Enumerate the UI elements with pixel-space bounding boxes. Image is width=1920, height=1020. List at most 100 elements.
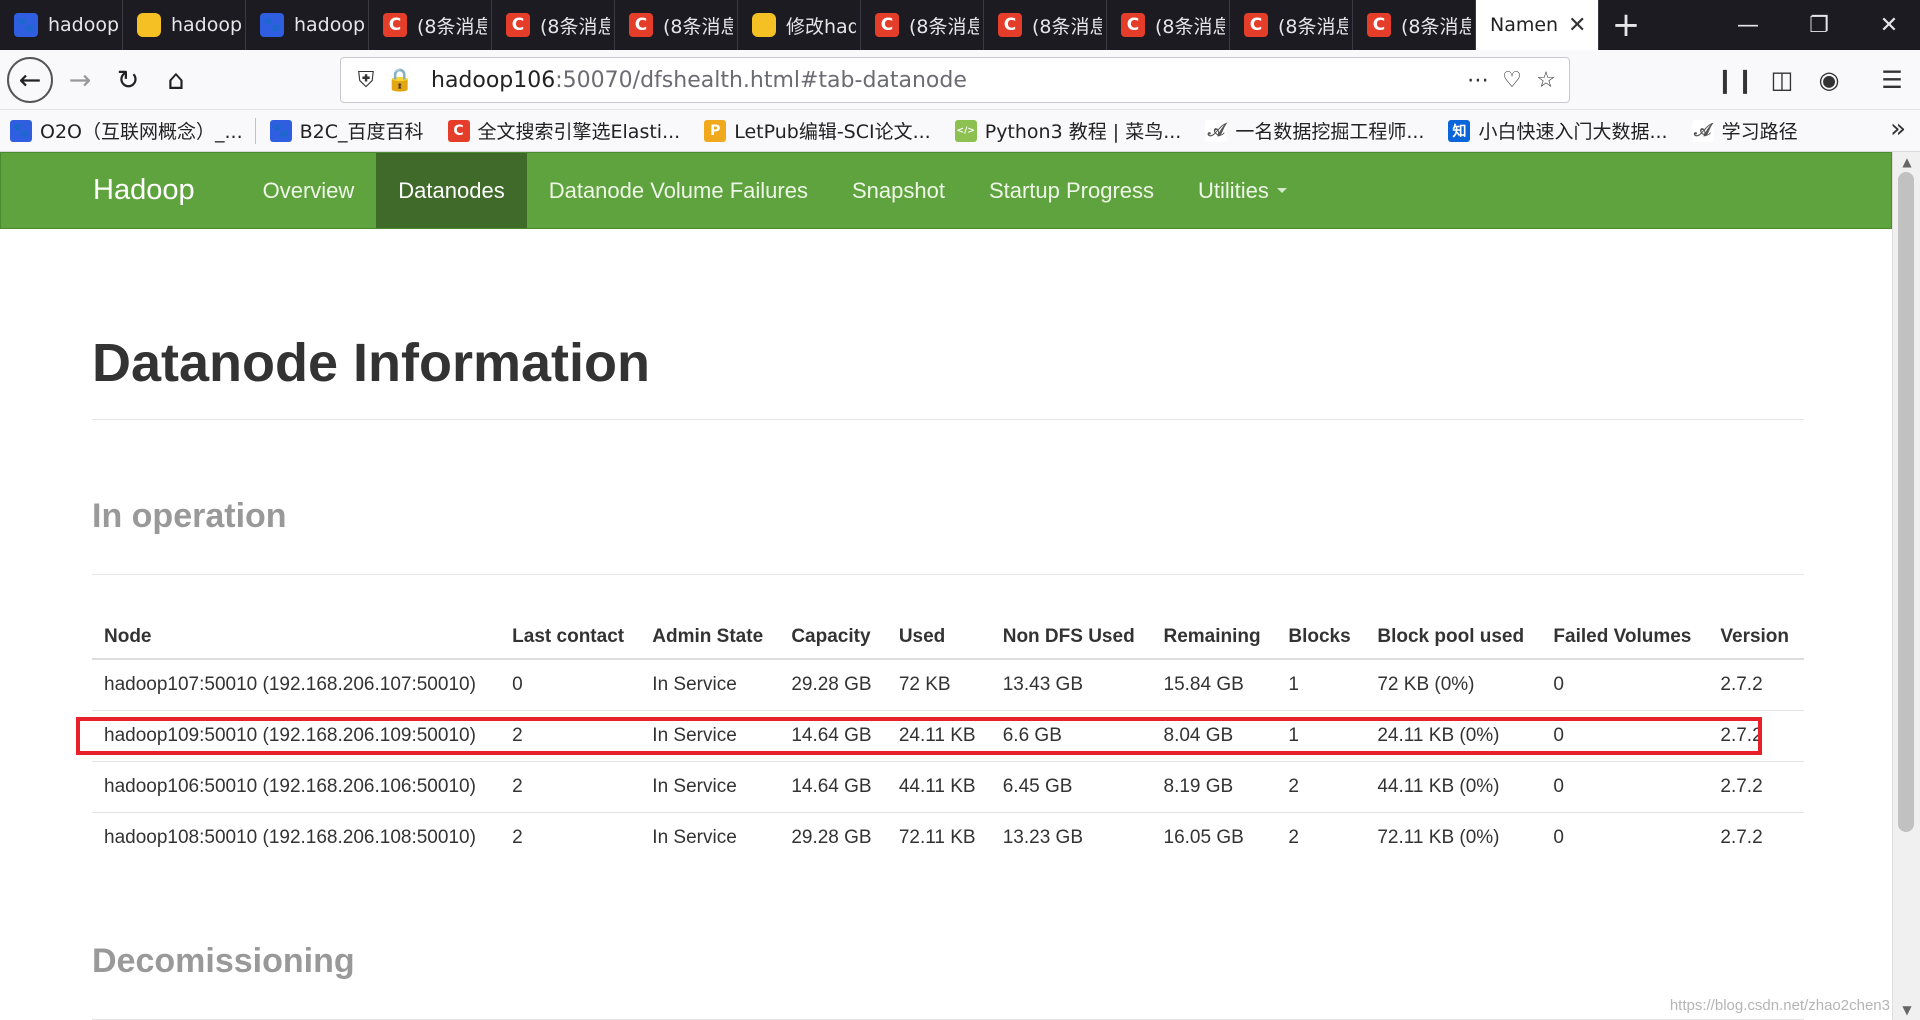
tab-title: (8条消息 xyxy=(417,15,487,38)
table-cell: 15.84 GB xyxy=(1163,673,1244,695)
scroll-up-icon[interactable]: ▲ xyxy=(1893,152,1920,172)
table-row: hadoop108:50010 (192.168.206.108:50010) 2… xyxy=(92,811,1804,863)
page-scrollbar[interactable]: ▲ ▼ xyxy=(1892,152,1920,1020)
nav-snapshot[interactable]: Snapshot xyxy=(830,153,967,228)
csdn-icon: C xyxy=(998,13,1022,37)
bookmark-item[interactable]: 🐾 B2C_百度百科 xyxy=(269,117,424,144)
url-bar[interactable]: ⛨ 🔒 hadoop106:50070/dfshealth.html#tab-d… xyxy=(340,57,1570,103)
table-cell: hadoop108:50010 (192.168.206.108:50010) xyxy=(92,811,501,863)
bookmark-item[interactable]: </> Python3 教程 | 菜鸟... xyxy=(954,117,1182,144)
hadoop-brand[interactable]: Hadoop xyxy=(1,153,241,228)
browser-tab[interactable]: C (8条消息 xyxy=(615,0,738,50)
browser-tab[interactable]: C (8条消息 xyxy=(1353,0,1476,50)
nav-utilities[interactable]: Utilities xyxy=(1176,153,1309,228)
browser-tab[interactable]: C (8条消息 xyxy=(984,0,1107,50)
table-cell: 2 xyxy=(1276,760,1366,812)
minimize-icon[interactable]: — xyxy=(1717,0,1779,50)
sidebar-icon[interactable]: ◫ xyxy=(1762,60,1802,100)
bookmark-label: B2C_百度百科 xyxy=(299,121,424,143)
table-cell: 1 xyxy=(1276,709,1366,761)
bookmark-item[interactable]: 🐾 O2O（互联网概念）_... xyxy=(10,117,243,144)
browser-tab[interactable]: 🐾 hadoop xyxy=(246,0,369,50)
browser-tab[interactable]: C (8条消息 xyxy=(861,0,984,50)
column-header: Used xyxy=(886,615,991,660)
library-icon[interactable]: ❙❙ xyxy=(1715,60,1755,100)
bookmark-label: Python3 教程 | 菜鸟... xyxy=(984,121,1182,143)
column-header: Non DFS Used xyxy=(990,615,1152,660)
nav-datanodes[interactable]: Datanodes xyxy=(376,153,527,228)
letpub-icon: P xyxy=(704,119,727,142)
divider xyxy=(92,419,1804,420)
back-button[interactable]: ← xyxy=(7,57,53,103)
scroll-down-icon[interactable]: ▼ xyxy=(1893,1000,1920,1020)
table-cell: 8.19 GB xyxy=(1151,760,1277,812)
reload-button[interactable]: ↻ xyxy=(108,60,148,100)
close-tab-icon[interactable]: ✕ xyxy=(1568,13,1586,38)
feather-icon: 𝒜 xyxy=(1691,119,1714,142)
home-button[interactable]: ⌂ xyxy=(156,60,196,100)
column-header: Last contact xyxy=(500,615,641,660)
nav-label: Datanode Volume Failures xyxy=(548,177,808,203)
browser-tab[interactable]: C (8条消息 xyxy=(369,0,492,50)
new-tab-button[interactable]: + xyxy=(1599,0,1653,50)
bookmark-item[interactable]: P LetPub编辑-SCI论文... xyxy=(704,117,931,144)
table-cell: 14.64 GB xyxy=(779,760,887,812)
browser-tab[interactable]: 🐾 hadoop xyxy=(0,0,123,50)
tab-title: (8条消息 xyxy=(540,15,610,38)
table-cell: 29.28 GB xyxy=(779,811,887,863)
table-cell: 0 xyxy=(1541,709,1709,761)
table-cell: 0 xyxy=(1541,760,1709,812)
column-header: Remaining xyxy=(1151,615,1277,660)
nav-label: Overview xyxy=(262,177,355,203)
browser-tab[interactable]: 修改hadoop xyxy=(738,0,861,50)
csdn-icon: C xyxy=(447,119,470,142)
bookmark-star-icon[interactable]: ☆ xyxy=(1529,63,1563,97)
table-cell: 2.7.2 xyxy=(1720,673,1763,695)
browser-tab[interactable]: C (8条消息 xyxy=(1230,0,1353,50)
close-window-icon[interactable]: ✕ xyxy=(1858,0,1920,50)
watermark: https://blog.csdn.net/zhao2chen3 xyxy=(1669,997,1890,1014)
url-text[interactable]: hadoop106:50070/dfshealth.html#tab-datan… xyxy=(431,68,967,93)
tab-title: hadoop xyxy=(294,14,364,36)
baidu-paw-icon: 🐾 xyxy=(10,119,32,142)
more-bookmarks-icon[interactable]: » xyxy=(1890,114,1906,144)
nav-overview[interactable]: Overview xyxy=(241,153,377,228)
column-header: Admin State xyxy=(640,615,780,660)
menu-icon[interactable]: ☰ xyxy=(1872,60,1912,100)
bookmark-item[interactable]: 𝒜 一名数据挖掘工程师... xyxy=(1205,117,1424,144)
restore-icon[interactable]: ❐ xyxy=(1788,0,1850,50)
runoob-icon: </> xyxy=(954,119,977,142)
csdn-icon: C xyxy=(1244,13,1268,37)
forward-button[interactable]: → xyxy=(60,60,100,100)
tab-title: hadoop xyxy=(48,14,118,36)
pocket-icon[interactable]: ♡ xyxy=(1495,63,1529,97)
column-header: Failed Volumes xyxy=(1541,615,1709,660)
bookmark-item[interactable]: 知小白快速入门大数据... xyxy=(1448,117,1668,144)
bookmark-item[interactable]: C 全文搜索引擎选Elasti... xyxy=(447,117,680,144)
table-cell: 13.43 GB xyxy=(1002,673,1083,695)
browser-tab-strip: 🐾 hadoop hadoop 🐾 hadoop C (8条消息 C (8条消息 C (8条消息 修改… xyxy=(0,0,1920,50)
tab-title: Namenode information xyxy=(1490,14,1558,36)
browser-tab[interactable]: C (8条消息 xyxy=(1107,0,1230,50)
table-cell: 2 xyxy=(500,760,641,812)
bookmark-label: LetPub编辑-SCI论文... xyxy=(734,121,931,143)
insecure-lock-icon[interactable]: 🔒 xyxy=(383,63,417,97)
baidu-paw-icon: 🐾 xyxy=(260,13,284,37)
browser-tab[interactable]: hadoop xyxy=(123,0,246,50)
shield-icon[interactable]: ⛨ xyxy=(349,63,383,97)
browser-tab[interactable]: C (8条消息 xyxy=(492,0,615,50)
account-icon[interactable]: ◉ xyxy=(1809,60,1849,100)
active-browser-tab[interactable]: Namenode information ✕ xyxy=(1476,0,1599,50)
page-actions-icon[interactable]: ⋯ xyxy=(1461,63,1495,97)
table-cell: In Service xyxy=(640,811,780,863)
scroll-thumb[interactable] xyxy=(1898,172,1914,832)
bookmark-item[interactable]: 𝒜 学习路径 xyxy=(1691,117,1798,144)
section-in-operation: In operation xyxy=(92,497,287,535)
table-cell: 0 xyxy=(1541,811,1709,863)
csdn-icon: C xyxy=(629,13,653,37)
table-cell: 29.28 GB xyxy=(791,673,872,695)
nav-startup-progress[interactable]: Startup Progress xyxy=(967,153,1176,228)
nav-datanode-volume-failures[interactable]: Datanode Volume Failures xyxy=(527,153,830,228)
column-header: Blocks xyxy=(1276,615,1366,660)
baidu-paw-icon: 🐾 xyxy=(269,119,292,142)
